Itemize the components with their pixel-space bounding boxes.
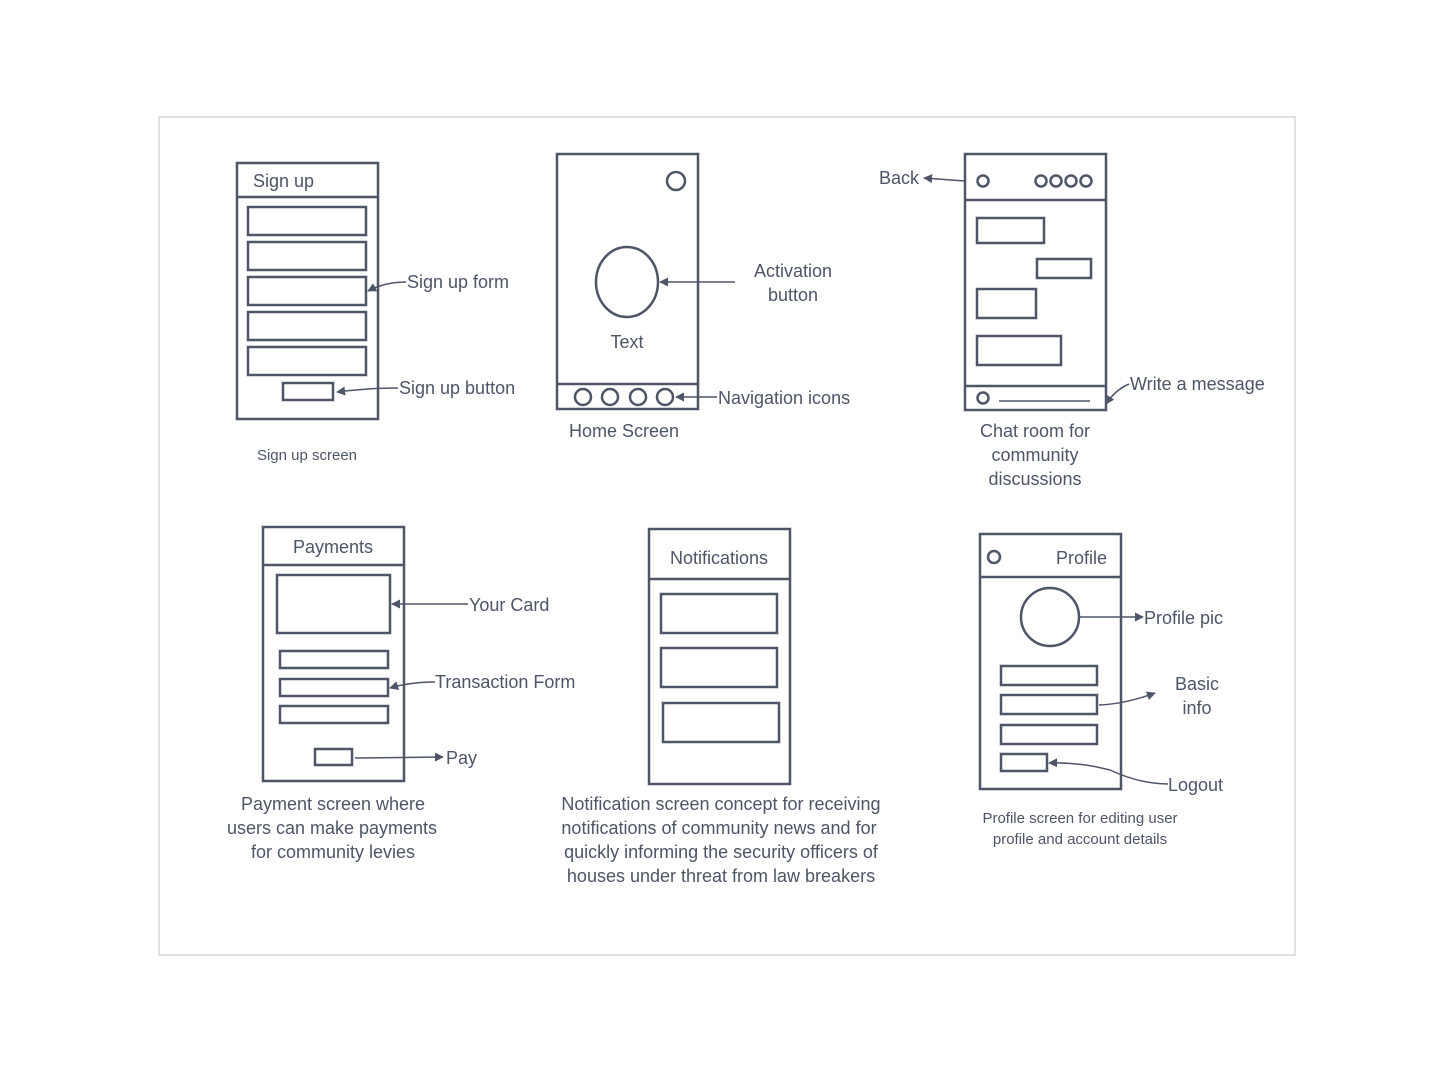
signup-button-label: Sign up button (399, 378, 515, 398)
basic-info-label-line: Basic (1175, 674, 1219, 694)
signup-caption: Sign up screen (257, 447, 357, 464)
notifications-caption-line: quickly informing the security officers … (564, 842, 879, 862)
logout-label: Logout (1168, 775, 1223, 795)
chat-caption-line: community (991, 445, 1078, 465)
payments-caption-line: users can make payments (227, 818, 437, 838)
transaction-label: Transaction Form (435, 672, 575, 692)
profile-pic-label: Profile pic (1144, 608, 1223, 628)
pay-label: Pay (446, 748, 477, 768)
chat-caption-line: discussions (988, 469, 1081, 489)
activation-label-line: Activation (754, 261, 832, 281)
activation-label-line: button (768, 285, 818, 305)
home-center-text: Text (610, 332, 643, 352)
pay-arrow (354, 752, 444, 762)
signup-header-title: Sign up (253, 171, 314, 191)
profile-header-title: Profile (1056, 548, 1107, 568)
chat-caption-line: Chat room for (980, 421, 1090, 441)
back-label: Back (879, 168, 920, 188)
payments-header-title: Payments (293, 537, 373, 557)
payments-caption-line: for community levies (251, 842, 415, 862)
navigation-label: Navigation icons (718, 388, 850, 408)
notifications-caption-line: notifications of community news and for (561, 818, 876, 838)
write-message-label: Write a message (1130, 374, 1265, 394)
signup-form-label: Sign up form (407, 272, 509, 292)
basic-info-label-line: info (1182, 698, 1211, 718)
notifications-caption-line: houses under threat from law breakers (567, 866, 875, 886)
notifications-caption-line: Notification screen concept for receivin… (561, 794, 880, 814)
home-caption: Home Screen (569, 421, 679, 441)
card-label: Your Card (469, 595, 549, 615)
wireframe-diagram: Sign up Sign up form Sign up button Sign… (158, 116, 1296, 956)
payments-caption-line: Payment screen where (241, 794, 425, 814)
notifications-header-title: Notifications (670, 548, 768, 568)
profile-caption-line: profile and account details (993, 831, 1167, 848)
profile-caption-line: Profile screen for editing user (982, 810, 1177, 827)
